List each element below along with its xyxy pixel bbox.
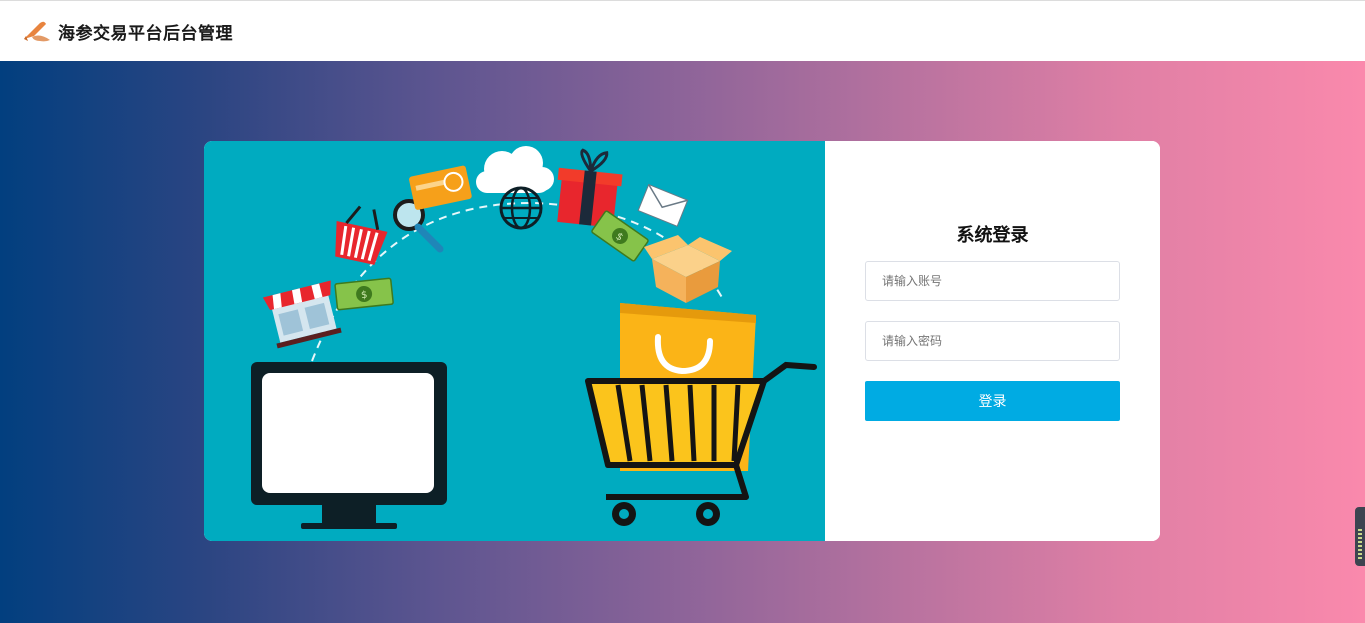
top-bar: 海参交易平台后台管理 xyxy=(0,0,1365,61)
ecommerce-illustration: $ $ xyxy=(204,141,825,541)
app-title: 海参交易平台后台管理 xyxy=(58,23,233,44)
svg-text:$: $ xyxy=(361,290,368,302)
basket-icon xyxy=(335,205,388,265)
login-button[interactable]: 登录 xyxy=(865,381,1120,421)
shopping-cart-icon xyxy=(585,361,817,526)
login-title: 系统登录 xyxy=(956,225,1029,246)
credit-card-icon xyxy=(409,165,472,210)
username-input[interactable] xyxy=(865,261,1120,301)
pen-logo-icon xyxy=(24,21,50,42)
store-icon xyxy=(262,280,342,349)
cloud-icon xyxy=(476,146,554,193)
side-handle-widget[interactable] xyxy=(1355,507,1365,566)
money-icon: $ xyxy=(334,277,394,311)
monitor-icon xyxy=(251,362,447,529)
envelope-icon xyxy=(637,183,689,227)
login-card: $ $ 系统登录 请输入账号 登录 xyxy=(204,141,1160,541)
globe-icon xyxy=(499,186,543,230)
password-input[interactable] xyxy=(865,321,1120,361)
login-form: 系统登录 登录 xyxy=(825,141,1160,541)
level-bars-icon xyxy=(1358,529,1362,559)
